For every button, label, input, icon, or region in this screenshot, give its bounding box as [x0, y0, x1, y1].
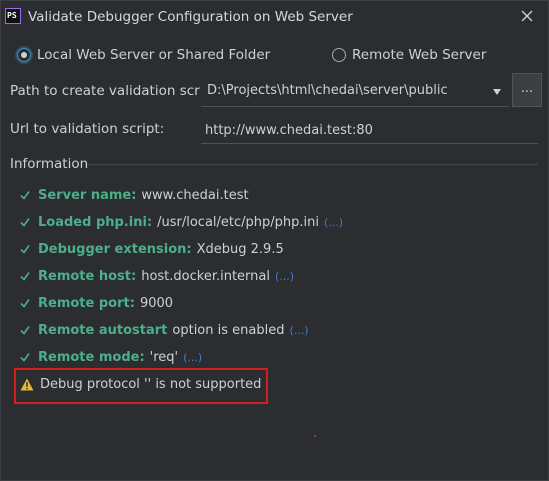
dialog-title: Validate Debugger Configuration on Web S… [28, 9, 353, 25]
url-label: Url to validation script: [10, 121, 165, 137]
section-divider [87, 164, 538, 165]
info-item: Remote autostart option is enabled (...) [20, 321, 309, 339]
checkmark-icon [20, 191, 30, 200]
details-link[interactable]: (...) [183, 351, 202, 364]
info-value: host.docker.internal [141, 268, 270, 284]
info-key: Remote mode: [38, 349, 145, 365]
close-icon[interactable] [520, 9, 534, 23]
remote-server-label: Remote Web Server [352, 47, 487, 63]
info-key: Remote host: [38, 268, 137, 284]
browse-button[interactable]: ... [512, 73, 542, 107]
remote-server-radio[interactable] [332, 48, 346, 62]
details-link[interactable]: (...) [289, 324, 308, 337]
url-input[interactable] [201, 118, 538, 144]
checkmark-icon [20, 299, 30, 308]
info-key: Remote autostart [38, 322, 168, 338]
local-server-option[interactable]: Local Web Server or Shared Folder [17, 45, 270, 65]
chevron-down-icon[interactable] [493, 89, 501, 95]
remote-server-option[interactable]: Remote Web Server [332, 45, 486, 65]
info-item: Loaded php.ini:/usr/local/etc/php/php.in… [20, 213, 343, 231]
local-server-label: Local Web Server or Shared Folder [37, 47, 271, 63]
info-item: Remote mode:'req' (...) [20, 348, 202, 366]
path-combo-box[interactable]: D:\Projects\html\chedai\server\public [201, 77, 509, 107]
info-value: 'req' [149, 349, 179, 365]
checkmark-icon [20, 218, 30, 227]
details-link[interactable]: (...) [275, 270, 294, 283]
warning-row: Debug protocol '' is not supported [20, 375, 261, 393]
info-item: Remote host: host.docker.internal (...) [20, 267, 294, 285]
info-key: Server name: [38, 187, 137, 203]
info-key: Debugger extension: [38, 241, 192, 257]
info-key: Remote port: [38, 295, 135, 311]
info-item: Remote port: 9000 [20, 294, 173, 312]
phpstorm-app-icon: PS [5, 8, 21, 24]
local-server-radio[interactable] [17, 48, 31, 62]
path-value: D:\Projects\html\chedai\server\public [207, 83, 448, 98]
info-value: /usr/local/etc/php/php.ini [157, 214, 319, 230]
info-item: Debugger extension: Xdebug 2.9.5 [20, 240, 284, 258]
title-bar[interactable]: PS Validate Debugger Configuration on We… [1, 1, 548, 35]
info-value: Xdebug 2.9.5 [196, 241, 284, 257]
checkmark-icon [20, 326, 30, 335]
checkmark-icon [20, 272, 30, 281]
info-value: option is enabled [172, 322, 285, 338]
validate-debugger-dialog: PS Validate Debugger Configuration on We… [0, 0, 549, 481]
information-section-title: Information [10, 156, 89, 172]
info-item: Server name: www.chedai.test [20, 186, 249, 204]
checkmark-icon [20, 245, 30, 254]
info-value: www.chedai.test [141, 187, 249, 203]
checkmark-icon [20, 353, 30, 362]
info-key: Loaded php.ini: [38, 214, 153, 230]
stray-red-dot [314, 435, 316, 437]
info-value: 9000 [139, 295, 174, 311]
details-link[interactable]: (...) [324, 216, 343, 229]
warning-text: Debug protocol '' is not supported [40, 376, 262, 392]
path-label: Path to create validation script: [10, 83, 222, 99]
warning-icon [20, 378, 34, 390]
